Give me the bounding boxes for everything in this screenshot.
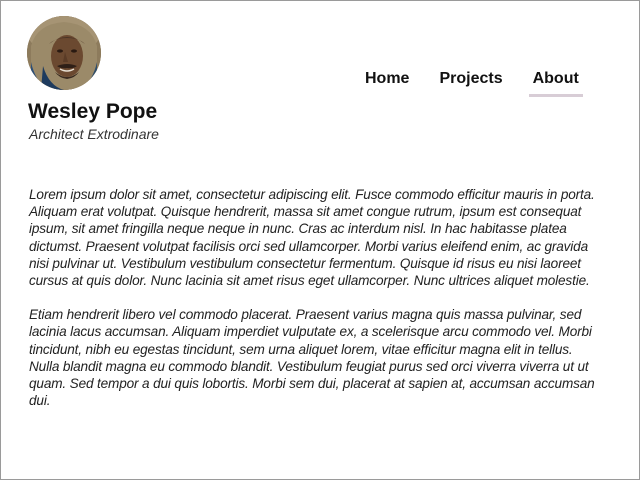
avatar [27, 16, 101, 90]
nav-projects-link[interactable]: Projects [439, 67, 502, 91]
profile-subtitle: Architect Extrodinare [29, 126, 159, 142]
profile-name: Wesley Pope [28, 100, 158, 123]
about-paragraph-1: Lorem ipsum dolor sit amet, consectetur … [29, 187, 595, 289]
page-frame: Home Projects About Wesley Pope Architec… [0, 0, 640, 480]
nav-home-link[interactable]: Home [365, 67, 409, 91]
portrait-photo-icon [27, 16, 101, 90]
about-paragraph-2: Etiam hendrerit libero vel commodo place… [29, 307, 595, 409]
nav-about-link[interactable]: About [528, 67, 584, 97]
main-nav: Home Projects About [350, 67, 594, 99]
about-content: Lorem ipsum dolor sit amet, consectetur … [29, 186, 604, 426]
